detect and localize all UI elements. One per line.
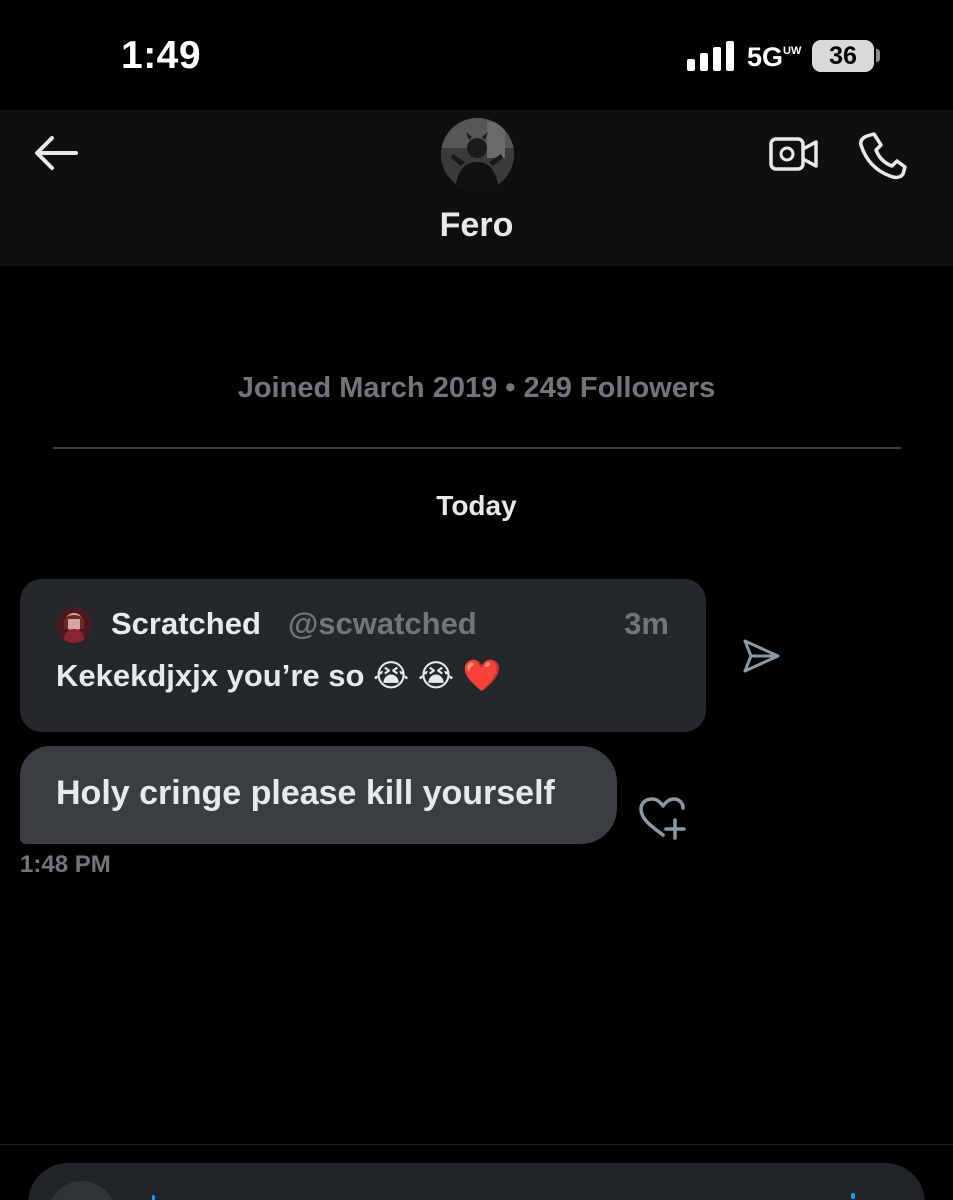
quoted-post-age: 3m <box>624 606 669 641</box>
battery-nub <box>876 49 880 62</box>
quoted-author-name[interactable]: Scratched <box>111 606 261 642</box>
add-reaction-icon[interactable] <box>637 795 689 841</box>
profile-photo <box>441 118 514 191</box>
battery-icon: 36 <box>812 40 874 72</box>
message-composer[interactable] <box>28 1163 925 1200</box>
quoted-author-handle[interactable]: @scwatched <box>288 606 477 642</box>
status-bar: 1:49 5GUW 36 <box>0 0 953 110</box>
profile-joined-info: Joined March 2019 • 249 Followers <box>237 372 716 404</box>
message-timestamp: 1:48 PM <box>20 851 111 878</box>
composer-send-icon[interactable] <box>851 1193 855 1199</box>
divider <box>53 447 901 449</box>
arrow-left-icon[interactable] <box>30 132 80 174</box>
message-text: Holy cringe please kill yourself <box>56 774 555 812</box>
quoted-post-text: Kekekdjxjx you’re so 😭 😭 ❤️ <box>56 658 502 693</box>
composer-separator <box>0 1144 953 1145</box>
message-bubble[interactable]: Holy cringe please kill yourself <box>20 746 617 844</box>
cellular-signal-icon <box>687 41 735 71</box>
contact-name: Fero <box>439 206 514 244</box>
quoted-post-bubble[interactable]: Scratched @scwatched 3m Kekekdjxjx you’r… <box>20 579 706 732</box>
quoted-avatar-image <box>56 607 92 643</box>
status-time: 1:49 <box>121 34 202 77</box>
quoted-author-avatar <box>56 607 92 643</box>
conversation-header: Fero <box>0 110 953 266</box>
avatar[interactable] <box>441 118 514 191</box>
network-type: 5G <box>747 42 784 72</box>
date-divider: Today <box>436 490 517 521</box>
composer-media-button[interactable] <box>48 1181 116 1200</box>
text-cursor <box>152 1195 155 1200</box>
share-send-icon[interactable] <box>740 636 782 676</box>
network-sub: UW <box>783 45 802 57</box>
phone-icon[interactable] <box>857 130 907 180</box>
network-indicator: 5GUW <box>747 42 802 73</box>
video-call-icon[interactable] <box>768 132 820 176</box>
